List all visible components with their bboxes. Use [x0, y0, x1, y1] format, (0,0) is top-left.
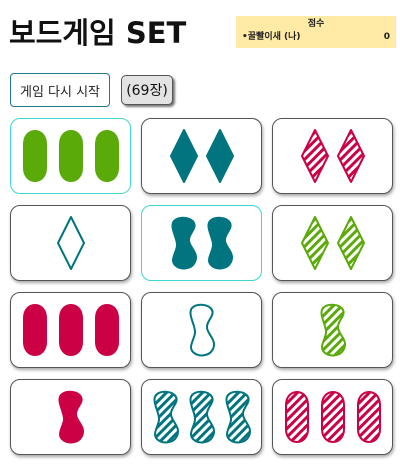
- oval-icon: [356, 391, 381, 443]
- diamond-icon: [169, 129, 198, 183]
- restart-game-button[interactable]: 게임 다시 시작: [10, 73, 110, 107]
- set-card[interactable]: [272, 292, 393, 368]
- diamond-icon: [300, 129, 329, 183]
- set-card[interactable]: [10, 379, 131, 455]
- set-card[interactable]: [272, 205, 393, 281]
- squiggle-icon: [58, 390, 84, 444]
- set-card[interactable]: [10, 118, 131, 194]
- deck-count-button[interactable]: (69장): [121, 75, 173, 105]
- squiggle-icon: [320, 303, 346, 357]
- score-panel: 점수 •꿀빨이새 (나) 0: [236, 16, 396, 48]
- diamond-icon: [336, 129, 365, 183]
- diamond-icon: [336, 216, 365, 270]
- squiggle-icon: [171, 216, 197, 270]
- diamond-icon: [56, 216, 85, 270]
- set-card[interactable]: [141, 118, 262, 194]
- squiggle-icon: [189, 303, 215, 357]
- squiggle-icon: [189, 390, 215, 444]
- player-score: 0: [383, 32, 390, 42]
- set-card[interactable]: [141, 379, 262, 455]
- oval-icon: [22, 304, 47, 356]
- set-card[interactable]: [141, 292, 262, 368]
- diamond-icon: [205, 129, 234, 183]
- set-card[interactable]: [141, 205, 262, 281]
- card-board: [10, 118, 394, 458]
- oval-icon: [22, 130, 47, 182]
- score-heading: 점수: [307, 19, 325, 29]
- score-row: •꿀빨이새 (나) 0: [242, 31, 390, 44]
- diamond-icon: [300, 216, 329, 270]
- oval-icon: [284, 391, 309, 443]
- set-card[interactable]: [10, 292, 131, 368]
- oval-icon: [58, 130, 83, 182]
- squiggle-icon: [207, 216, 233, 270]
- oval-icon: [94, 304, 119, 356]
- squiggle-icon: [225, 390, 251, 444]
- set-card[interactable]: [272, 379, 393, 455]
- set-card[interactable]: [272, 118, 393, 194]
- oval-icon: [320, 391, 345, 443]
- set-card[interactable]: [10, 205, 131, 281]
- oval-icon: [94, 130, 119, 182]
- oval-icon: [58, 304, 83, 356]
- squiggle-icon: [153, 390, 179, 444]
- player-name: •꿀빨이새 (나): [242, 32, 301, 42]
- page-title: 보드게임 SET: [9, 16, 187, 50]
